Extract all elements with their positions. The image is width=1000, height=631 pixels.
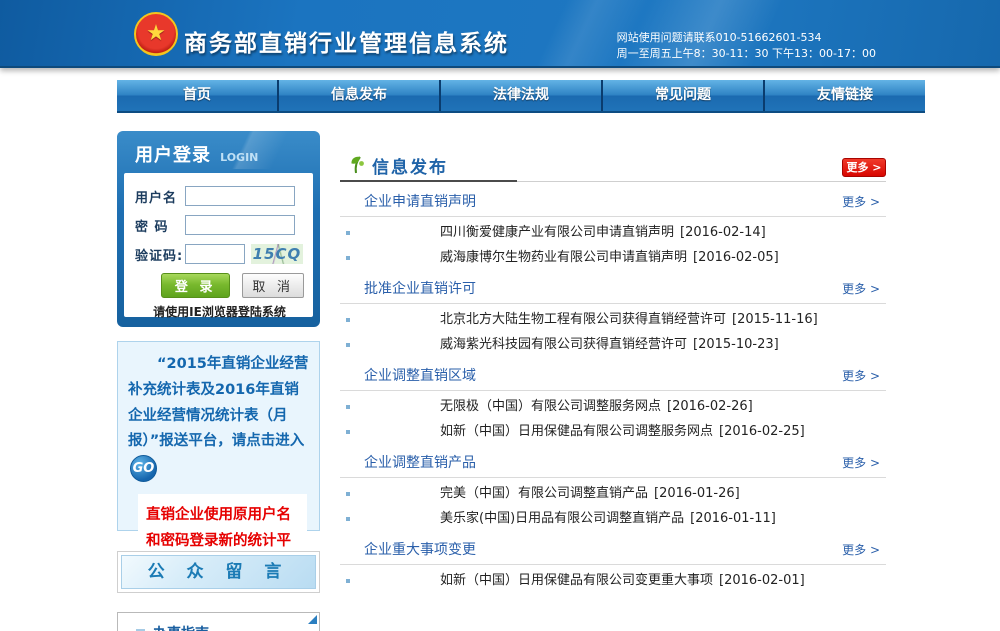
notice-text-content: “2015年直销企业经营补充统计表及2016年直销企业经营情况统计表（月报）”报… <box>128 356 309 450</box>
section-more-link[interactable]: 更多 > <box>842 454 880 471</box>
national-emblem-icon: ★ <box>134 12 178 56</box>
list-item[interactable]: 美乐家(中国)日用品有限公司调整直销产品 [2016-01-11] <box>340 506 886 531</box>
item-title: 完美（中国）有限公司调整直销产品 <box>440 486 649 501</box>
public-message-label: 公 众 留 言 <box>121 555 316 589</box>
username-label: 用户名 <box>135 190 178 206</box>
list-item[interactable]: 如新（中国）日用保健品有限公司调整服务网点 [2016-02-25] <box>340 419 886 444</box>
site-title: 商务部直销行业管理信息系统 <box>184 31 509 57</box>
login-title: 用户登录 <box>135 145 211 166</box>
section-adjust-region: 企业调整直销区域 更多 > 无限极（中国）有限公司调整服务网点 [2016-02-… <box>340 357 886 444</box>
item-date: [2016-01-11] <box>690 511 776 526</box>
nav-item-links[interactable]: 友情链接 <box>765 80 925 111</box>
item-title: 威海紫光科技园有限公司获得直销经营许可 <box>440 337 688 352</box>
section-approved-license: 批准企业直销许可 更多 > 北京北方大陆生物工程有限公司获得直销经营许可 [201… <box>340 270 886 357</box>
site-banner: ★ 商务部直销行业管理信息系统 网站使用问题请联系010-51662601-53… <box>0 0 1000 68</box>
username-input[interactable] <box>185 186 295 206</box>
item-title: 无限极（中国）有限公司调整服务网点 <box>440 399 662 414</box>
list-item[interactable]: 无限极（中国）有限公司调整服务网点 [2016-02-26] <box>340 394 886 419</box>
title-underline <box>340 180 886 183</box>
item-title: 威海康博尔生物药业有限公司申请直销声明 <box>440 250 688 265</box>
main-content: 信息发布 更多 > 企业申请直销声明 更多 > 四川衡爱健康产业有限公司申请直销… <box>340 148 886 593</box>
section-adjust-products: 企业调整直销产品 更多 > 完美（中国）有限公司调整直销产品 [2016-01-2… <box>340 444 886 531</box>
item-date: [2016-02-05] <box>693 250 779 265</box>
item-date: [2015-11-16] <box>732 312 818 327</box>
page: ★ 商务部直销行业管理信息系统 网站使用问题请联系010-51662601-53… <box>0 0 1000 631</box>
section-major-changes: 企业重大事项变更 更多 > 如新（中国）日用保健品有限公司变更重大事项 [2016… <box>340 531 886 593</box>
list-item[interactable]: 威海紫光科技园有限公司获得直销经营许可 [2015-10-23] <box>340 332 886 357</box>
item-title: 四川衡爱健康产业有限公司申请直销声明 <box>440 225 675 240</box>
contact-line-1: 网站使用问题请联系010-51662601-534 <box>616 31 822 44</box>
guide-item-label: 办事指南 <box>153 623 209 631</box>
login-subtitle: LOGIN <box>220 151 259 164</box>
browser-note: 请使用IE浏览器登陆系统 <box>153 305 286 319</box>
notice-text: “2015年直销企业经营补充统计表及2016年直销企业经营情况统计表（月报）”报… <box>128 352 311 483</box>
password-label: 密 码 <box>135 219 169 235</box>
item-date: [2016-02-26] <box>667 399 753 414</box>
main-nav: 首页 信息发布 法律法规 常见问题 友情链接 <box>117 80 925 113</box>
main-title: 信息发布 <box>372 158 448 178</box>
list-item[interactable]: 如新（中国）日用保健品有限公司变更重大事项 [2016-02-01] <box>340 568 886 593</box>
main-header: 信息发布 更多 > <box>340 148 886 180</box>
login-panel-header: 用户登录 LOGIN <box>117 131 320 169</box>
section-more-link[interactable]: 更多 > <box>842 193 880 210</box>
nav-item-info-release[interactable]: 信息发布 <box>279 80 439 111</box>
login-button[interactable]: 登 录 <box>161 273 231 298</box>
leaf-icon <box>351 156 364 174</box>
section-more-link[interactable]: 更多 > <box>842 367 880 384</box>
section-title: 企业调整直销区域 <box>364 368 476 384</box>
password-input[interactable] <box>185 215 295 235</box>
section-title: 企业申请直销声明 <box>364 194 476 210</box>
banner-contact-info: 网站使用问题请联系010-51662601-534 周一至周五上午8：30-11… <box>617 30 876 62</box>
item-title: 如新（中国）日用保健品有限公司变更重大事项 <box>440 573 714 588</box>
guide-panel: 办事指南 <box>117 612 320 631</box>
login-form: 用户名 密 码 验证码: 15CQ 登 录 取 消 请使用IE浏览器登陆系统 <box>124 173 313 319</box>
login-panel: 用户登录 LOGIN 用户名 密 码 验证码: 15CQ 登 录 取 消 请使用… <box>117 131 320 327</box>
item-title: 北京北方大陆生物工程有限公司获得直销经营许可 <box>440 312 727 327</box>
nav-item-laws[interactable]: 法律法规 <box>441 80 601 111</box>
section-apply-declaration: 企业申请直销声明 更多 > 四川衡爱健康产业有限公司申请直销声明 [2016-02… <box>340 183 886 270</box>
list-item[interactable]: 北京北方大陆生物工程有限公司获得直销经营许可 [2015-11-16] <box>340 307 886 332</box>
guide-list-item[interactable]: 办事指南 <box>136 623 209 631</box>
captcha-label: 验证码: <box>135 248 184 264</box>
item-date: [2016-02-25] <box>719 424 805 439</box>
item-title: 如新（中国）日用保健品有限公司调整服务网点 <box>440 424 714 439</box>
item-date: [2016-01-26] <box>654 486 740 501</box>
list-item[interactable]: 完美（中国）有限公司调整直销产品 [2016-01-26] <box>340 481 886 506</box>
list-item[interactable]: 四川衡爱健康产业有限公司申请直销声明 [2016-02-14] <box>340 220 886 245</box>
section-title: 批准企业直销许可 <box>364 281 476 297</box>
go-button[interactable]: GO <box>130 455 157 483</box>
item-date: [2016-02-01] <box>719 573 805 588</box>
item-date: [2016-02-14] <box>680 225 766 240</box>
captcha-image[interactable]: 15CQ <box>251 244 303 264</box>
public-message-button[interactable]: 公 众 留 言 <box>117 551 320 593</box>
section-more-link[interactable]: 更多 > <box>842 280 880 297</box>
captcha-input[interactable] <box>185 244 245 264</box>
section-title: 企业调整直销产品 <box>364 455 476 471</box>
nav-item-faq[interactable]: 常见问题 <box>603 80 763 111</box>
item-title: 美乐家(中国)日用品有限公司调整直销产品 <box>440 511 685 526</box>
cancel-button[interactable]: 取 消 <box>242 273 304 298</box>
list-item[interactable]: 威海康博尔生物药业有限公司申请直销声明 [2016-02-05] <box>340 245 886 270</box>
more-button-main[interactable]: 更多 > <box>842 158 886 177</box>
notice-panel: “2015年直销企业经营补充统计表及2016年直销企业经营情况统计表（月报）”报… <box>117 341 320 589</box>
item-date: [2015-10-23] <box>693 337 779 352</box>
star-icon: ★ <box>146 21 166 46</box>
corner-triangle-icon <box>308 615 317 624</box>
contact-line-2: 周一至周五上午8：30-11：30 下午13：00-17：00 <box>616 47 876 60</box>
section-more-link[interactable]: 更多 > <box>842 541 880 558</box>
nav-item-home[interactable]: 首页 <box>117 80 277 111</box>
section-title: 企业重大事项变更 <box>364 542 476 558</box>
